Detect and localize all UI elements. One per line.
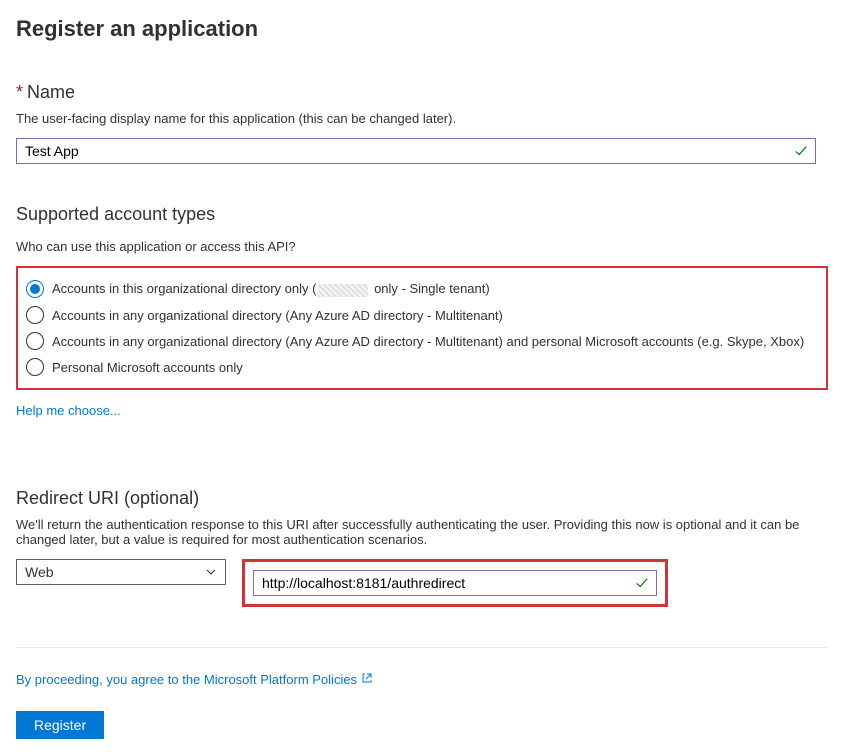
agreement-text: By proceeding, you agree to the Microsof… xyxy=(16,672,828,687)
page-title: Register an application xyxy=(16,16,828,42)
help-me-choose-link[interactable]: Help me choose... xyxy=(16,403,121,418)
radio-personal-only[interactable]: Personal Microsoft accounts only xyxy=(22,354,822,380)
redirect-uri-input[interactable] xyxy=(253,570,657,596)
redirect-label: Redirect URI (optional) xyxy=(16,488,828,509)
checkmark-icon xyxy=(794,144,808,158)
policies-link[interactable]: By proceeding, you agree to the Microsof… xyxy=(16,672,373,687)
radio-multitenant-personal[interactable]: Accounts in any organizational directory… xyxy=(22,328,822,354)
radio-icon xyxy=(26,280,44,298)
required-asterisk: * xyxy=(16,82,23,102)
radio-label: Accounts in this organizational director… xyxy=(52,281,490,296)
redirect-uri-highlight xyxy=(242,559,668,607)
name-input[interactable] xyxy=(16,138,816,164)
radio-icon xyxy=(26,332,44,350)
radio-label: Accounts in any organizational directory… xyxy=(52,308,503,323)
chevron-down-icon xyxy=(205,566,217,578)
external-link-icon xyxy=(361,672,373,684)
name-label: *Name xyxy=(16,82,828,103)
radio-label: Accounts in any organizational directory… xyxy=(52,334,804,349)
radio-single-tenant[interactable]: Accounts in this organizational director… xyxy=(22,276,822,302)
account-types-label: Supported account types xyxy=(16,204,828,225)
register-button[interactable]: Register xyxy=(16,711,104,739)
divider xyxy=(16,647,828,648)
checkmark-icon xyxy=(635,576,649,590)
radio-icon xyxy=(26,358,44,376)
name-description: The user-facing display name for this ap… xyxy=(16,111,828,126)
radio-multitenant[interactable]: Accounts in any organizational directory… xyxy=(22,302,822,328)
blurred-tenant-name xyxy=(318,284,368,297)
platform-value: Web xyxy=(25,564,54,580)
redirect-description: We'll return the authentication response… xyxy=(16,517,816,547)
radio-icon xyxy=(26,306,44,324)
account-types-radio-group: Accounts in this organizational director… xyxy=(16,266,828,390)
radio-label: Personal Microsoft accounts only xyxy=(52,360,243,375)
account-types-question: Who can use this application or access t… xyxy=(16,239,828,254)
platform-select[interactable]: Web xyxy=(16,559,226,585)
